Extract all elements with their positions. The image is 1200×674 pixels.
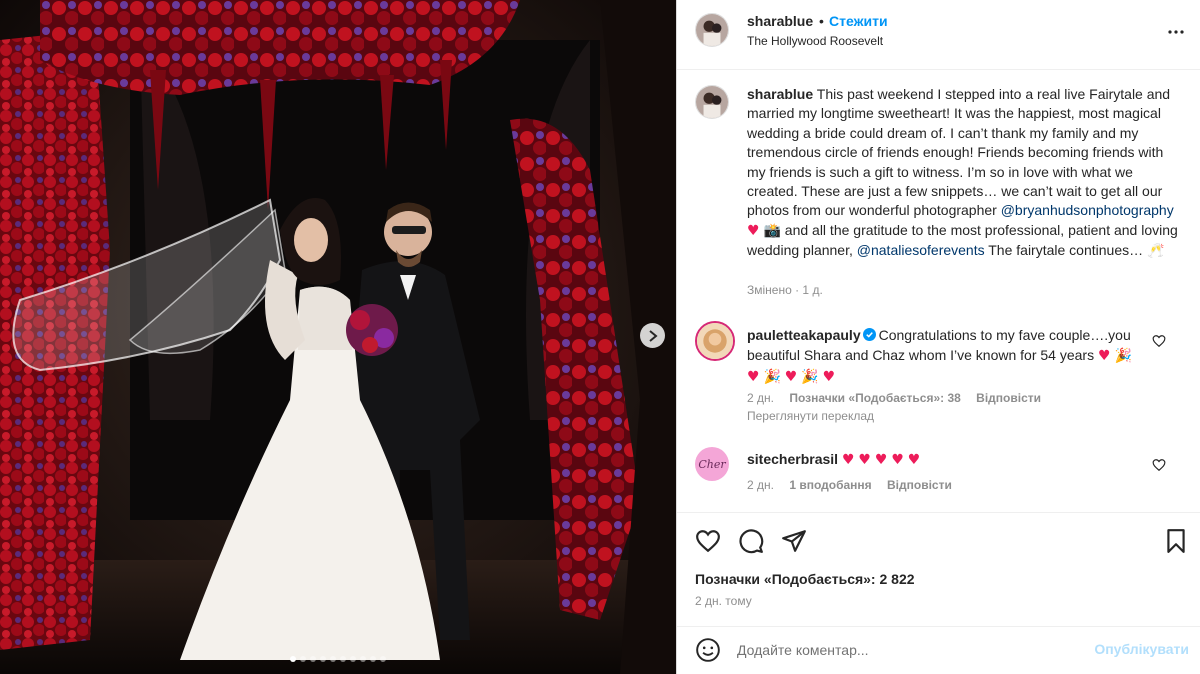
carousel-dot xyxy=(330,656,336,662)
smiley-icon[interactable] xyxy=(695,637,721,663)
camera-emoji: 📸 xyxy=(763,222,781,239)
post-actions: Позначки «Подобається»: 2 822 2 дн. тому xyxy=(677,512,1200,626)
carousel-dot xyxy=(310,656,316,662)
comment-body: sitecherbrasil ♥ ♥ ♥ ♥ ♥ xyxy=(747,449,920,470)
add-comment-bar: Опублікувати xyxy=(677,626,1200,674)
avatar-logo-text: Cher xyxy=(698,458,726,471)
clinking-glasses-emoji: 🥂 xyxy=(1147,243,1165,260)
carousel-dot xyxy=(320,656,326,662)
heart-icon[interactable] xyxy=(695,528,721,554)
header-separator: • xyxy=(819,13,824,29)
carousel-dot xyxy=(350,656,356,662)
likes-count[interactable]: Позначки «Подобається»: 2 822 xyxy=(695,571,915,587)
heart-emoji: ♥ xyxy=(747,222,760,239)
publish-button[interactable]: Опублікувати xyxy=(1094,641,1189,657)
heart-emoji: ♥ xyxy=(874,452,888,468)
follow-button[interactable]: Стежити xyxy=(829,13,888,29)
post-header: sharablue • Стежити The Hollywood Roosev… xyxy=(677,0,1200,70)
see-translation-link[interactable]: Переглянути переклад xyxy=(747,409,874,423)
heart-emoji: ♥ xyxy=(822,369,836,385)
avatar-photo xyxy=(696,14,728,46)
heart-emoji: ♥ xyxy=(841,452,855,468)
heart-emoji: ♥ xyxy=(891,452,904,468)
avatar-photo xyxy=(697,323,733,359)
verified-badge-icon xyxy=(862,328,876,341)
comments-section: sharablue This past weekend I stepped in… xyxy=(677,71,1200,511)
comment-body: pauletteakapauly Congratulations to my fa… xyxy=(747,325,1167,387)
bookmark-icon[interactable] xyxy=(1163,528,1189,554)
party-popper-emoji: 🎉 xyxy=(801,369,819,385)
avatar-photo xyxy=(696,86,728,118)
avatar-photo: Cher xyxy=(695,447,729,481)
heart-emoji: ♥ xyxy=(747,369,760,385)
instagram-post: sharablue • Стежити The Hollywood Roosev… xyxy=(0,0,1200,674)
caption-text-3: The fairytale continues… xyxy=(988,242,1144,259)
comment-meta: 2 дн. Позначки «Подобається»: 38 Відпові… xyxy=(747,391,1041,405)
comment-likes[interactable]: 1 вподобання xyxy=(789,478,871,492)
comment-icon[interactable] xyxy=(738,528,764,554)
caption-username[interactable]: sharablue xyxy=(747,86,813,102)
chevron-right-icon xyxy=(648,329,658,342)
heart-emoji: ♥ xyxy=(1097,348,1111,364)
caption-avatar[interactable] xyxy=(695,85,729,119)
party-popper-emoji: 🎉 xyxy=(1114,348,1132,364)
commenter-avatar[interactable] xyxy=(695,321,735,361)
more-horizontal-icon[interactable] xyxy=(1164,20,1188,44)
carousel-dot xyxy=(370,656,376,662)
post-media[interactable] xyxy=(0,0,676,674)
comment-username[interactable]: sitecherbrasil xyxy=(747,451,838,467)
author-username[interactable]: sharablue xyxy=(747,13,813,29)
post-caption: sharablue This past weekend I stepped in… xyxy=(747,85,1179,262)
carousel-dot xyxy=(290,656,296,662)
comment-input[interactable] xyxy=(737,639,1077,661)
carousel-dot xyxy=(380,656,386,662)
caption-text-1: This past weekend I stepped into a real … xyxy=(747,86,1171,219)
next-slide-button[interactable] xyxy=(640,323,665,348)
wedding-photo xyxy=(0,0,676,674)
heart-emoji: ♥ xyxy=(858,452,871,468)
party-popper-emoji: 🎉 xyxy=(763,369,781,385)
carousel-dot xyxy=(360,656,366,662)
carousel-dot xyxy=(300,656,306,662)
reply-button[interactable]: Відповісти xyxy=(887,478,952,492)
author-avatar[interactable] xyxy=(695,13,729,47)
mention-link-planner[interactable]: @nataliesoferevents xyxy=(857,242,985,258)
comment-likes[interactable]: Позначки «Подобається»: 38 xyxy=(789,391,960,405)
post-location[interactable]: The Hollywood Roosevelt xyxy=(747,34,883,48)
comment-username[interactable]: pauletteakapauly xyxy=(747,327,861,343)
carousel-indicators xyxy=(0,656,676,662)
send-icon[interactable] xyxy=(781,528,807,554)
caption-meta: Змінено · 1 д. xyxy=(747,283,823,297)
like-comment-heart-icon[interactable] xyxy=(1152,458,1166,472)
heart-emoji: ♥ xyxy=(907,452,921,468)
comment-time: 2 дн. xyxy=(747,391,774,405)
comment-time: 2 дн. xyxy=(747,478,774,492)
commenter-avatar[interactable]: Cher xyxy=(695,447,729,481)
post-details-panel: sharablue • Стежити The Hollywood Roosev… xyxy=(676,0,1200,674)
heart-emoji: ♥ xyxy=(784,369,798,385)
posted-time: 2 дн. тому xyxy=(695,594,752,608)
carousel-dot xyxy=(340,656,346,662)
reply-button[interactable]: Відповісти xyxy=(976,391,1041,405)
comment-meta: 2 дн. 1 вподобання Відповісти xyxy=(747,478,952,492)
like-comment-heart-icon[interactable] xyxy=(1152,334,1166,348)
mention-link-photographer[interactable]: @bryanhudsonphotography xyxy=(1001,202,1174,218)
